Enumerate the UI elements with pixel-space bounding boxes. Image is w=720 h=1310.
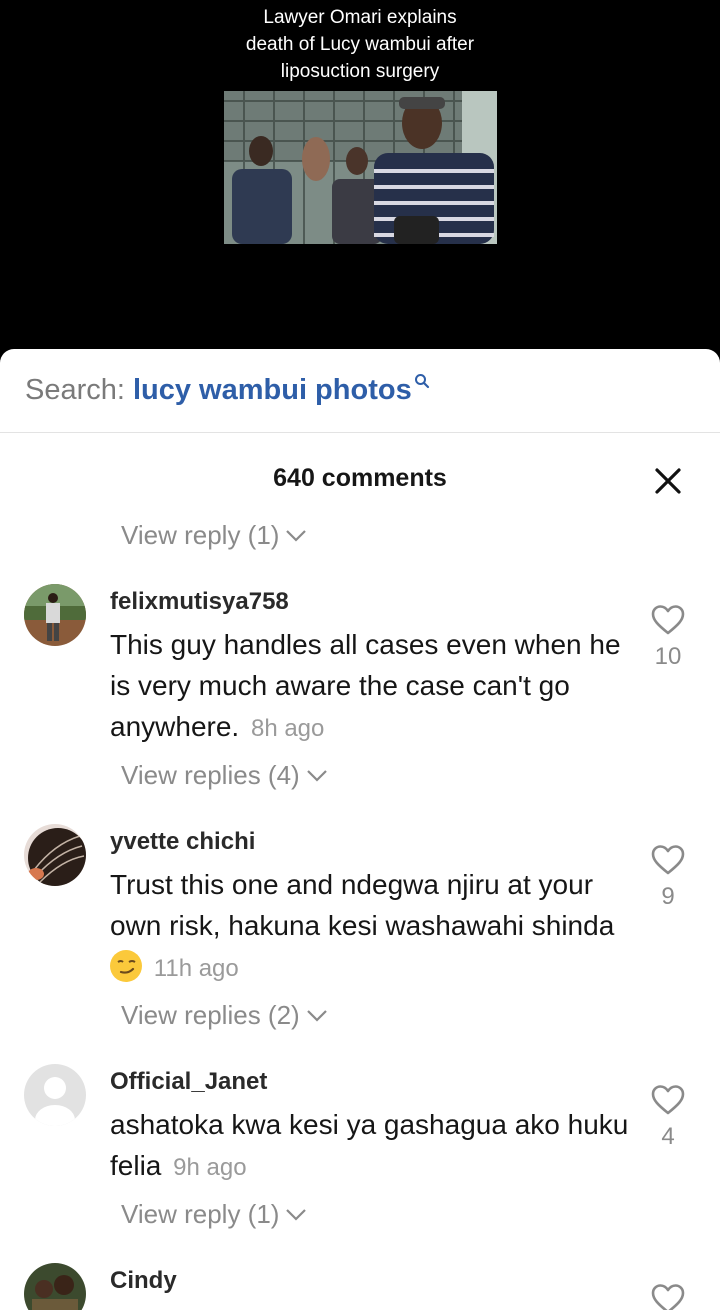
- comment-username[interactable]: Official_Janet: [110, 1068, 267, 1096]
- view-replies-label: View replies (2): [121, 1000, 300, 1030]
- comment-text: ashatoka kwa kesi ya gashagua ako huku f…: [110, 1104, 630, 1188]
- search-bar[interactable]: Search: lucy wambui photos: [0, 349, 720, 433]
- view-replies-link[interactable]: View replies (4): [121, 760, 328, 791]
- view-replies-label: View replies (4): [121, 760, 300, 790]
- view-replies-label: View reply (1): [121, 520, 280, 550]
- thumbnail-image: [224, 91, 497, 244]
- like-button[interactable]: [650, 1283, 686, 1310]
- chevron-down-icon: [306, 1009, 327, 1022]
- like-button[interactable]: 4: [650, 1084, 686, 1151]
- heart-icon: [651, 1085, 685, 1115]
- like-button[interactable]: 10: [650, 604, 686, 671]
- chevron-down-icon: [286, 1208, 307, 1221]
- search-prefix: Search:: [25, 374, 125, 406]
- comment-item: Cindy: [0, 1263, 720, 1310]
- comment-body: Trust this one and ndegwa njiru at your …: [110, 869, 615, 941]
- view-replies-link[interactable]: View reply (1): [121, 1199, 307, 1230]
- avatar[interactable]: [24, 584, 86, 646]
- avatar[interactable]: [24, 1263, 86, 1310]
- close-icon[interactable]: [654, 467, 682, 495]
- avatar[interactable]: [24, 1064, 86, 1126]
- comments-header: 640 comments: [0, 433, 720, 523]
- comment-text: This guy handles all cases even when he …: [110, 624, 630, 749]
- avatar[interactable]: [24, 824, 86, 886]
- comment-item: yvette chichi Trust this one and ndegwa …: [0, 824, 720, 1044]
- like-count: 4: [661, 1123, 675, 1150]
- caption-line-3: liposuction surgery: [280, 61, 440, 82]
- comment-time: 8h ago: [250, 715, 325, 742]
- comment-time: 11h ago: [153, 955, 239, 982]
- like-button[interactable]: 9: [650, 844, 686, 911]
- default-avatar-icon: [24, 1064, 86, 1126]
- caption-line-1: Lawyer Omari explains: [263, 7, 457, 28]
- heart-icon: [651, 1284, 685, 1310]
- comment-text: Trust this one and ndegwa njiru at your …: [110, 864, 630, 989]
- video-thumbnail: [224, 91, 497, 244]
- comment-username[interactable]: yvette chichi: [110, 828, 255, 856]
- video-player[interactable]: Lawyer Omari explains death of Lucy wamb…: [0, 0, 720, 360]
- heart-icon: [651, 845, 685, 875]
- comment-username[interactable]: Cindy: [110, 1267, 177, 1295]
- like-count: 10: [654, 643, 682, 670]
- view-replies-link[interactable]: View replies (2): [121, 1000, 328, 1031]
- smirk-emoji-icon: [110, 950, 142, 982]
- like-count: 9: [661, 883, 675, 910]
- comment-username[interactable]: felixmutisya758: [110, 588, 289, 616]
- comment-time: 9h ago: [173, 1154, 247, 1181]
- comments-count: 640 comments: [273, 464, 447, 492]
- view-replies-link[interactable]: View reply (1): [121, 520, 307, 551]
- view-replies-label: View reply (1): [121, 1199, 280, 1229]
- caption-line-2: death of Lucy wambui after: [245, 34, 475, 55]
- video-caption: Lawyer Omari explains death of Lucy wamb…: [0, 4, 720, 85]
- chevron-down-icon: [306, 769, 327, 782]
- comment-item: felixmutisya758 This guy handles all cas…: [0, 584, 720, 804]
- heart-icon: [651, 605, 685, 635]
- comment-body: This guy handles all cases even when he …: [110, 629, 621, 742]
- chevron-down-icon: [286, 529, 307, 542]
- search-icon: [414, 373, 430, 395]
- comment-item: Official_Janet ashatoka kwa kesi ya gash…: [0, 1064, 720, 1214]
- search-query-link[interactable]: lucy wambui photos: [133, 374, 412, 407]
